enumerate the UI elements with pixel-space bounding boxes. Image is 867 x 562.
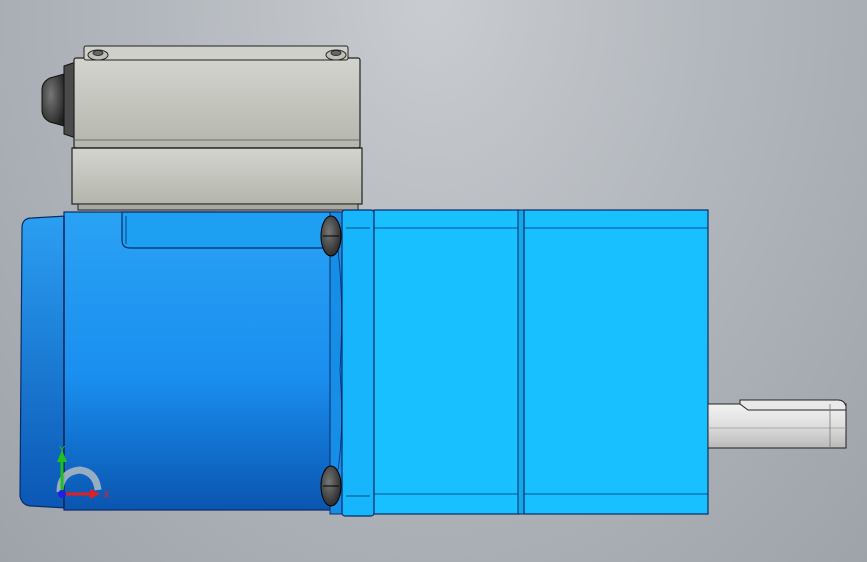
- motor-end-cap[interactable]: [19, 215, 67, 509]
- output-shaft[interactable]: [707, 399, 847, 449]
- triad-x-label: X: [103, 490, 110, 501]
- gearbox-flange[interactable]: [341, 209, 375, 517]
- gearbox-housing-stage-2[interactable]: [523, 209, 709, 515]
- cad-model-view[interactable]: Y X: [0, 0, 867, 562]
- terminal-box-bracket: [121, 211, 339, 249]
- motor-body[interactable]: [19, 211, 347, 515]
- gearbox[interactable]: [341, 209, 709, 517]
- cable-gland[interactable]: [41, 73, 65, 127]
- triad-y-label: Y: [58, 445, 66, 456]
- triad-z-axis: [58, 490, 66, 498]
- terminal-box[interactable]: [41, 45, 363, 211]
- gearbox-housing-stage-1[interactable]: [373, 209, 521, 515]
- graphics-viewport[interactable]: Y X: [0, 0, 867, 562]
